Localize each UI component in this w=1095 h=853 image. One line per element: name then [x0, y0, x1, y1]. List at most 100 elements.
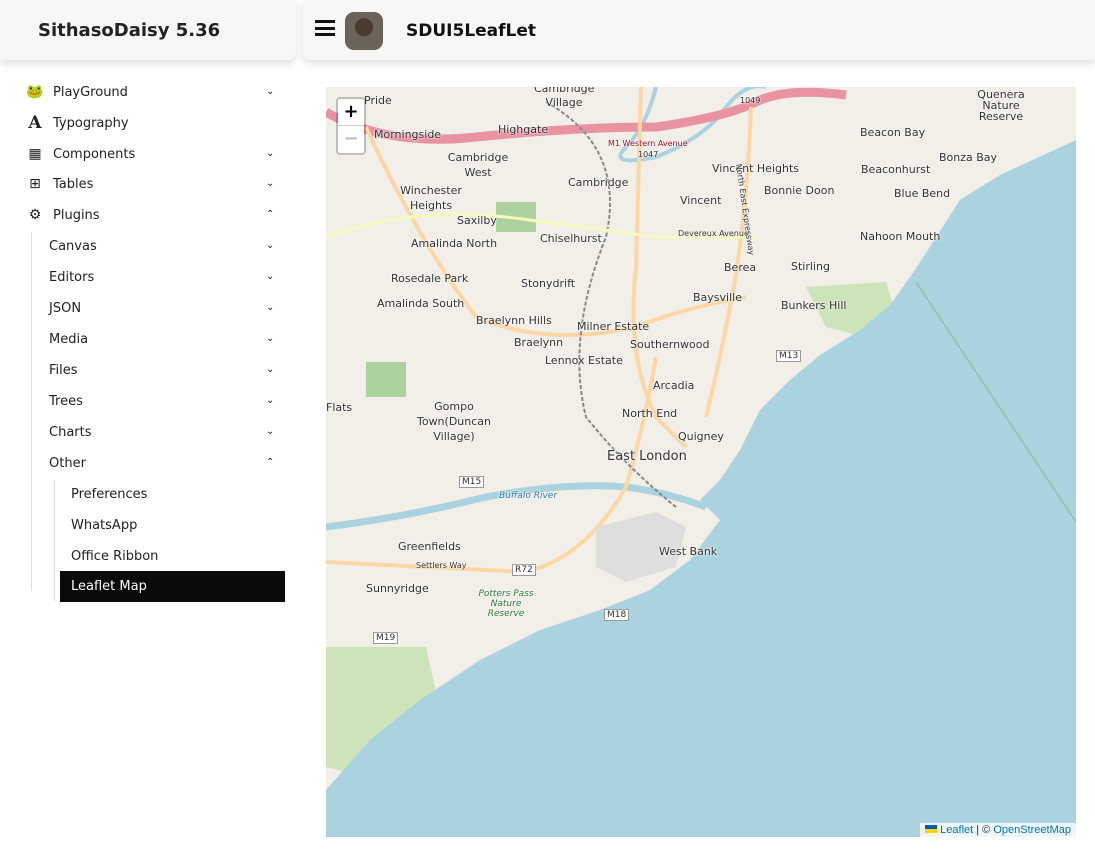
map-label: Rosedale Park [391, 272, 469, 285]
map-label: Milner Estate [577, 320, 650, 333]
attribution-separator: | © [973, 824, 994, 836]
map-label: Blue Bend [894, 187, 951, 200]
map-label: 1049 [740, 96, 761, 105]
map-label: Bunkers Hill [781, 299, 847, 312]
label: Editors [49, 269, 95, 285]
zoom-out-button[interactable]: − [338, 126, 364, 153]
map-label: Quigney [678, 430, 724, 443]
label: JSON [49, 300, 82, 316]
sidebar-item-preferences[interactable]: Preferences [71, 480, 147, 508]
map-label: Braelynn Hills [476, 314, 552, 327]
chevron-down-icon[interactable]: ⌄ [266, 86, 274, 97]
sidebar-item-leaflet-map[interactable]: Leaflet Map [60, 571, 285, 602]
map-label: Amalinda North [411, 237, 498, 250]
chevron-down-icon[interactable]: ⌄ [266, 333, 274, 344]
zoom-control: + − [336, 97, 366, 155]
leaflet-map[interactable]: Pride Cambridge Village Morningside High… [326, 87, 1076, 837]
sidebar-item-label: Plugins [53, 207, 100, 223]
map-label: Winchester Heights [400, 184, 462, 212]
road-shield: M19 [373, 632, 399, 644]
map-label: Southernwood [630, 338, 710, 351]
map-label: M1 Western Avenue [608, 139, 688, 148]
map-label: Lennox Estate [545, 354, 623, 367]
map-label: Cambridge [568, 176, 629, 189]
sidebar-item-json[interactable]: JSON [49, 294, 81, 322]
map-label: Nahoon Mouth [860, 230, 941, 243]
zoom-in-button[interactable]: + [338, 99, 364, 126]
chevron-down-icon[interactable]: ⌄ [266, 148, 274, 159]
osm-link[interactable]: OpenStreetMap [993, 824, 1071, 836]
chevron-down-icon[interactable]: ⌄ [266, 271, 274, 282]
label: Other [49, 455, 86, 471]
sidebar-item-typography[interactable]: A Typography [25, 109, 129, 137]
chevron-down-icon[interactable]: ⌄ [266, 240, 274, 251]
map-label: Morningside [374, 128, 442, 141]
map-label: Potters Pass Nature Reserve [478, 589, 534, 619]
map-label: Quenera Nature Reserve [977, 88, 1025, 123]
chevron-down-icon[interactable]: ⌄ [266, 178, 274, 189]
map-label: Braelynn [514, 336, 564, 349]
chevron-up-icon[interactable]: ⌃ [266, 457, 274, 468]
map-label: Bonza Bay [939, 151, 998, 164]
map-label: Highgate [498, 123, 549, 136]
road-shield: M15 [459, 476, 485, 488]
sidebar-item-plugins[interactable]: ⚙ Plugins [25, 201, 100, 229]
sidebar-item-trees[interactable]: Trees [49, 387, 83, 415]
map-label: Stirling [791, 260, 830, 273]
map-label: East London [607, 449, 687, 464]
map-attribution: Leaflet | © OpenStreetMap [920, 823, 1076, 837]
sidebar-item-components[interactable]: ▦ Components [25, 140, 135, 168]
brand-title: SithasoDaisy 5.36 [38, 20, 221, 41]
map-label: Chiselhurst [540, 232, 602, 245]
road-shield: M13 [776, 350, 802, 362]
label: WhatsApp [71, 517, 138, 533]
label: Trees [49, 393, 83, 409]
tree-line [54, 480, 55, 601]
label: Media [49, 331, 89, 347]
label: Charts [49, 424, 92, 440]
sidebar-item-label: Typography [53, 115, 129, 131]
map-label: Devereux Avenue [678, 229, 749, 238]
road-shield: R72 [512, 564, 536, 576]
typography-icon: A [28, 113, 42, 133]
chevron-down-icon[interactable]: ⌄ [266, 426, 274, 437]
sidebar-item-charts[interactable]: Charts [49, 418, 92, 446]
ukraine-flag-icon [925, 825, 938, 833]
sidebar-item-playground[interactable]: 🐸 PlayGround [25, 78, 128, 106]
top-bar: SDUI5LeafLet [303, 0, 1095, 60]
sidebar-item-office-ribbon[interactable]: Office Ribbon [71, 542, 158, 570]
chevron-down-icon[interactable]: ⌄ [266, 395, 274, 406]
sidebar-item-label: Components [53, 146, 136, 162]
map-label: Cambridge Village [534, 87, 595, 109]
leaflet-link[interactable]: Leaflet [940, 824, 973, 836]
park [366, 362, 406, 397]
page-title: SDUI5LeafLet [406, 21, 537, 41]
map-label: Vincent [680, 194, 722, 207]
road-shield: M18 [604, 609, 630, 621]
sidebar-item-media[interactable]: Media [49, 325, 88, 353]
label: Files [49, 362, 78, 378]
sidebar-item-tables[interactable]: ⊞ Tables [25, 170, 93, 198]
sidebar-item-other[interactable]: Other [49, 449, 86, 477]
map-label: Greenfields [398, 540, 461, 553]
label: Preferences [71, 486, 148, 502]
map-label: Cambridge West [447, 151, 509, 179]
chevron-up-icon[interactable]: ⌃ [266, 209, 274, 220]
sidebar-item-whatsapp[interactable]: WhatsApp [71, 511, 137, 539]
chevron-down-icon[interactable]: ⌄ [266, 302, 274, 313]
map-label: 1047 [638, 150, 659, 159]
map-label: Berea [724, 261, 757, 274]
avatar[interactable] [345, 12, 383, 50]
map-label: Sunnyridge [366, 582, 429, 595]
table-icon: ⊞ [29, 176, 41, 192]
map-label: Arcadia [653, 379, 695, 392]
gifts-icon: ▦ [28, 146, 42, 162]
sidebar-item-canvas[interactable]: Canvas [49, 232, 97, 260]
sidebar-item-files[interactable]: Files [49, 356, 78, 384]
chevron-down-icon[interactable]: ⌄ [266, 364, 274, 375]
sidebar-item-editors[interactable]: Editors [49, 263, 94, 291]
map-label: Gompo Town(Duncan Village) [416, 400, 491, 443]
hamburger-menu-icon[interactable] [315, 20, 335, 36]
gears-icon: ⚙ [28, 207, 42, 223]
map-label: Beacon Bay [860, 126, 926, 139]
